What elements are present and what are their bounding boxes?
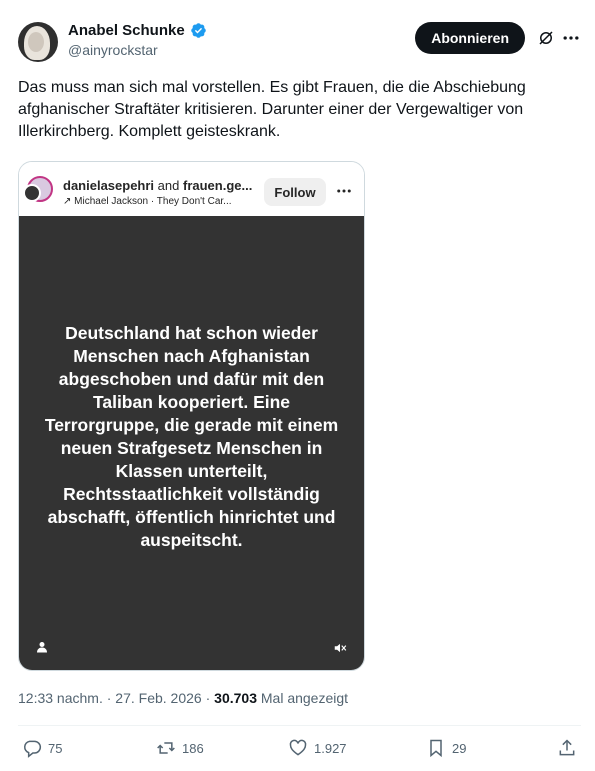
tweet-time[interactable]: 12:33 nachm. bbox=[18, 690, 103, 706]
bookmark-icon bbox=[430, 739, 442, 758]
embed-more-icon[interactable] bbox=[334, 182, 354, 200]
repost-icon bbox=[157, 742, 175, 754]
reply-icon bbox=[24, 740, 42, 758]
share-icon bbox=[559, 739, 575, 756]
embed-follow-button[interactable]: Follow bbox=[264, 178, 326, 206]
instagram-embed[interactable]: danielasepehri and frauen.ge... ↗ Michae… bbox=[18, 161, 365, 671]
tweet-date[interactable]: 27. Feb. 2026 bbox=[115, 690, 201, 706]
mute-icon[interactable] bbox=[333, 641, 347, 655]
author-avatar[interactable] bbox=[18, 22, 58, 62]
bookmark-count: 29 bbox=[452, 740, 467, 756]
action-bar: 75 186 1.927 29 bbox=[18, 738, 581, 764]
meta-separator: · bbox=[106, 690, 112, 706]
tweet-header: Anabel Schunke @ainyrockstar Abonnieren bbox=[18, 20, 581, 64]
meta-separator: · bbox=[205, 690, 211, 706]
tweet-text: Das muss man sich mal vorstellen. Es gib… bbox=[18, 79, 526, 140]
embed-user-primary[interactable]: danielasepehri bbox=[63, 178, 154, 193]
story-text: Deutschland hat schon wieder Menschen na… bbox=[44, 323, 339, 550]
like-count: 1.927 bbox=[314, 740, 347, 756]
embed-user-conj: and bbox=[157, 178, 180, 193]
view-count: 30.703 bbox=[214, 690, 257, 706]
bookmark-button[interactable]: 29 bbox=[426, 738, 466, 758]
subscribe-button[interactable]: Abonnieren bbox=[415, 22, 525, 54]
like-button[interactable]: 1.927 bbox=[288, 738, 347, 758]
views-label: Mal angezeigt bbox=[260, 690, 349, 706]
person-icon[interactable] bbox=[36, 641, 48, 653]
embed-header: danielasepehri and frauen.ge... ↗ Michae… bbox=[19, 162, 364, 216]
reply-button[interactable]: 75 bbox=[22, 738, 62, 758]
divider bbox=[18, 725, 581, 726]
heart-icon bbox=[289, 739, 307, 756]
tweet-meta: 12:33 nachm. · 27. Feb. 2026 · 30.703 Ma… bbox=[18, 690, 348, 706]
author-display-name[interactable]: Anabel Schunke bbox=[68, 22, 185, 39]
embed-usernames[interactable]: danielasepehri and frauen.ge... bbox=[63, 178, 252, 193]
embed-avatar-secondary[interactable] bbox=[23, 184, 41, 202]
share-button[interactable] bbox=[557, 738, 577, 758]
author-name-block: Anabel Schunke @ainyrockstar bbox=[68, 22, 207, 58]
repost-button[interactable]: 186 bbox=[156, 738, 204, 758]
reply-count: 75 bbox=[48, 740, 63, 756]
repost-count: 186 bbox=[182, 740, 204, 756]
embed-music-label[interactable]: ↗ Michael Jackson · They Don't Car... bbox=[63, 196, 232, 207]
grok-icon[interactable] bbox=[537, 29, 555, 47]
story-media[interactable]: Deutschland hat schon wieder Menschen na… bbox=[19, 216, 364, 670]
verified-badge-icon bbox=[190, 23, 206, 38]
author-handle[interactable]: @ainyrockstar bbox=[68, 42, 207, 58]
more-options-icon[interactable] bbox=[561, 28, 581, 48]
embed-user-secondary[interactable]: frauen.ge... bbox=[183, 178, 252, 193]
